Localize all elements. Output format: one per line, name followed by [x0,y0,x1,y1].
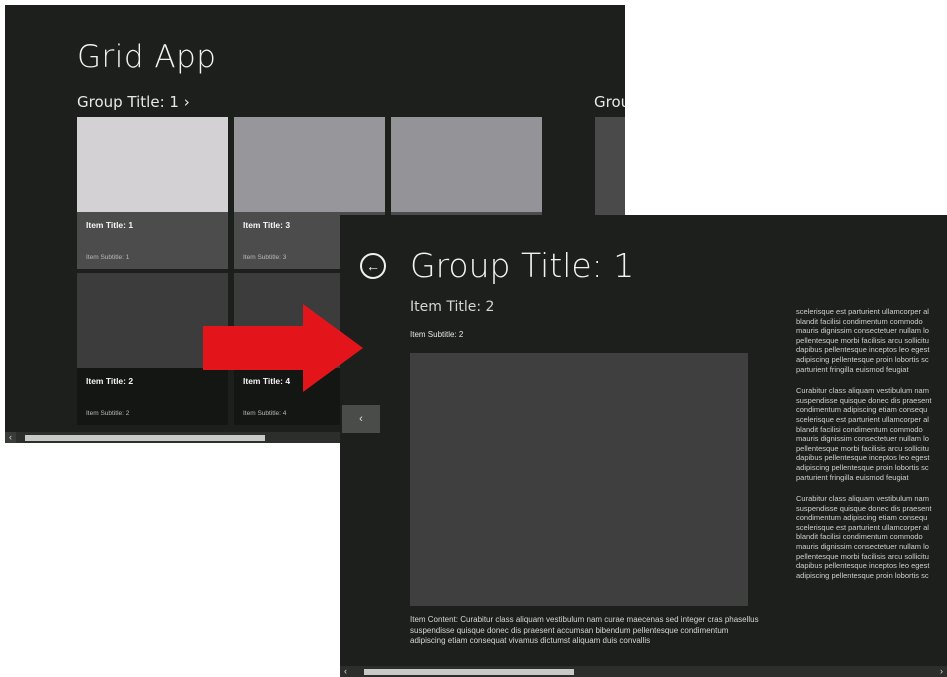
item-tile[interactable]: Item Title: 1 Item Subtitle: 1 [77,117,228,269]
horizontal-scrollbar[interactable]: ‹ › [340,666,947,677]
scrollbar-thumb[interactable] [25,435,265,441]
scroll-right-button[interactable]: › [936,666,947,677]
tile-subtitle: Item Subtitle: 3 [243,254,287,261]
content-paragraph: Curabitur class aliquam vestibulum nam s… [796,386,932,482]
flip-previous-button[interactable]: ‹ [342,405,380,433]
tile-subtitle: Item Subtitle: 1 [86,254,130,261]
group-header-1[interactable]: Group Title: 1 › [77,93,190,111]
group-detail-window: ← Group Title: 1 Item Title: 2 Item Subt… [340,215,947,677]
tile-subtitle: Item Subtitle: 2 [86,410,130,417]
tile-title: Item Title: 3 [243,220,291,230]
group-header-2[interactable]: Grou [594,93,625,111]
content-column: scelerisque est parturient ullamcorper a… [796,307,947,592]
item-title: Item Title: 2 [410,299,495,315]
item-subtitle: Item Subtitle: 2 [410,330,464,339]
app-title: Grid App [77,39,217,75]
scroll-left-button[interactable]: ‹ [5,432,16,443]
tile-caption: Item Title: 1 Item Subtitle: 1 [77,212,228,269]
scroll-left-button[interactable]: ‹ [340,666,351,677]
page-title: Group Title: 1 [410,246,635,285]
right-arrow-icon [203,304,363,392]
scrollbar-thumb[interactable] [364,669,574,675]
content-paragraph: Curabitur class aliquam vestibulum nam s… [796,494,932,580]
item-image [410,353,748,606]
tile-image [234,117,385,212]
tile-subtitle: Item Subtitle: 4 [243,410,287,417]
tile-title: Item Title: 2 [86,376,134,386]
content-paragraph: scelerisque est parturient ullamcorper a… [796,307,930,374]
item-content: Item Content: Curabitur class aliquam ve… [410,615,759,645]
back-arrow-icon[interactable]: ← [360,253,386,279]
tile-image [391,117,542,212]
tile-image [77,117,228,212]
tile-title: Item Title: 1 [86,220,134,230]
